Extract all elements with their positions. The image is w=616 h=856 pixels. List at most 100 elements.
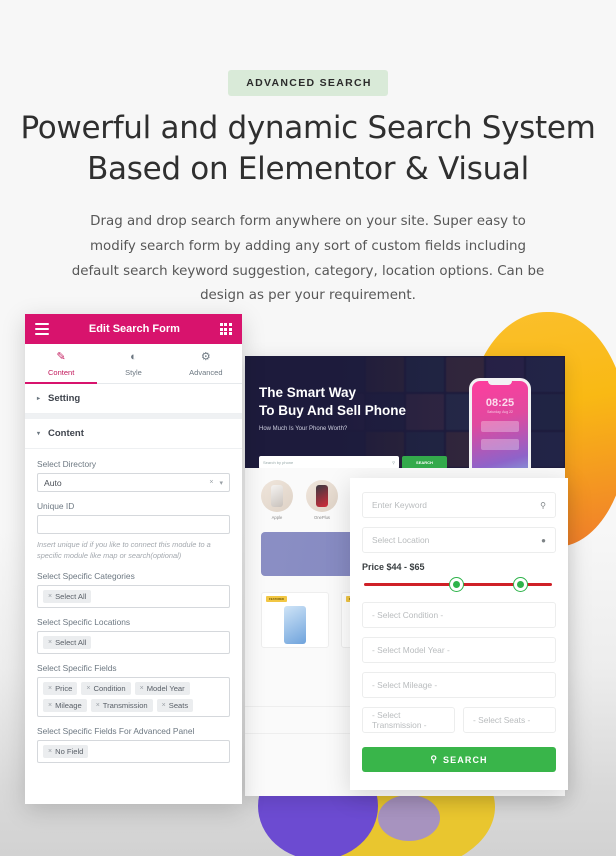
label-specific-locations: Select Specific Locations bbox=[37, 616, 131, 627]
search-icon: ⚲ bbox=[540, 500, 546, 510]
panel-tabs: ✎ Content ◐ Style ⚙ Advanced bbox=[25, 344, 242, 384]
select-directory-dropdown[interactable]: Auto × ▾ bbox=[37, 473, 230, 492]
chip-label: Mileage bbox=[55, 700, 82, 710]
panel-header: Edit Search Form bbox=[25, 314, 242, 344]
decor-blob-purple-small bbox=[378, 795, 440, 841]
search-form-card: Enter Keyword ⚲ Select Location ● Price … bbox=[350, 478, 568, 790]
section-setting[interactable]: ▸ Setting bbox=[25, 384, 242, 414]
phone-username-field bbox=[481, 421, 519, 432]
label-advanced-panel-fields: Select Specific Fields For Advanced Pane… bbox=[37, 725, 195, 736]
chevron-down-icon[interactable]: ▾ bbox=[219, 479, 223, 487]
search-icon: ⚲ bbox=[430, 754, 439, 764]
chevron-right-icon: ▸ bbox=[37, 396, 41, 402]
close-icon[interactable]: × bbox=[48, 685, 52, 692]
select-transmission[interactable]: - Select Transmission - bbox=[362, 707, 455, 733]
brand-item[interactable]: OnePlus bbox=[306, 480, 338, 520]
chip-item[interactable]: × Select All bbox=[43, 635, 92, 649]
chip-label: Select All bbox=[55, 591, 87, 601]
tab-advanced[interactable]: ⚙ Advanced bbox=[170, 344, 242, 383]
chip-label: Select All bbox=[55, 637, 87, 647]
chevron-down-icon: ▾ bbox=[37, 431, 41, 437]
select-row: - Select Transmission - - Select Seats - bbox=[362, 707, 556, 742]
keyword-placeholder: Enter Keyword bbox=[372, 500, 427, 510]
panel-title: Edit Search Form bbox=[88, 323, 180, 335]
hero-search-input[interactable]: Search by phone ⚲ bbox=[259, 456, 399, 468]
keyword-input[interactable]: Enter Keyword ⚲ bbox=[362, 492, 556, 518]
hero-subtitle: How Much Is Your Phone Worth? bbox=[259, 426, 348, 433]
brand-label: Apple bbox=[271, 515, 283, 520]
chip-label: Condition bbox=[93, 683, 126, 693]
select-seats[interactable]: - Select Seats - bbox=[463, 707, 556, 733]
brand-item[interactable]: Apple bbox=[261, 480, 293, 520]
close-icon[interactable]: × bbox=[48, 593, 52, 600]
label-unique-id: Unique ID bbox=[37, 501, 75, 511]
page-subtitle: Drag and drop search form anywhere on yo… bbox=[71, 214, 545, 304]
locations-chip-input[interactable]: × Select All bbox=[37, 630, 230, 654]
tab-style[interactable]: ◐ Style bbox=[97, 344, 169, 383]
price-range-label: Price $44 - $65 bbox=[362, 562, 425, 572]
chip-item[interactable]: × Select All bbox=[43, 589, 92, 603]
hamburger-icon[interactable] bbox=[35, 321, 49, 337]
gear-icon: ⚙ bbox=[200, 351, 211, 363]
close-icon[interactable]: × bbox=[48, 748, 52, 755]
close-icon[interactable]: × bbox=[96, 702, 100, 709]
grid-apps-icon[interactable] bbox=[219, 322, 232, 336]
slider-handle-max[interactable] bbox=[514, 578, 528, 591]
slider-handle-min[interactable] bbox=[450, 578, 464, 591]
location-input[interactable]: Select Location ● bbox=[362, 527, 556, 553]
phone-notch bbox=[488, 381, 512, 385]
page-title-line-1: Powerful and dynamic Search System bbox=[20, 110, 596, 146]
hero-search-bar[interactable]: Search by phone ⚲ SEARCH bbox=[259, 456, 447, 468]
categories-chip-input[interactable]: × Select All bbox=[37, 584, 230, 608]
contrast-icon: ◐ bbox=[130, 351, 137, 363]
label-select-directory: Select Directory bbox=[37, 459, 97, 469]
section-setting-label: Setting bbox=[48, 393, 81, 404]
search-button[interactable]: ⚲ SEARCH bbox=[362, 747, 556, 772]
close-icon[interactable]: × bbox=[48, 702, 52, 709]
chip-item[interactable]: × Model Year bbox=[134, 681, 190, 695]
phone-password-field bbox=[481, 439, 519, 450]
product-tag: FEATURED bbox=[266, 596, 288, 602]
chip-item[interactable]: × Transmission bbox=[90, 698, 153, 712]
chip-item[interactable]: × Condition bbox=[81, 681, 131, 695]
select-mileage[interactable]: - Select Mileage - bbox=[362, 672, 556, 698]
panel-body: Select Directory Auto × ▾ Unique ID Inse… bbox=[25, 449, 242, 763]
brand-label: OnePlus bbox=[313, 515, 331, 520]
close-icon[interactable]: × bbox=[209, 479, 213, 487]
pencil-icon: ✎ bbox=[56, 351, 66, 363]
select-directory-actions: × ▾ bbox=[209, 479, 223, 487]
phone-mockup: 08:25 Saturday, Aug 22 bbox=[469, 378, 531, 468]
advanced-fields-chip-input[interactable]: × No Field bbox=[37, 739, 230, 763]
close-icon[interactable]: × bbox=[48, 639, 52, 646]
section-content-label: Content bbox=[48, 428, 84, 439]
hero-search-button[interactable]: SEARCH bbox=[402, 456, 447, 468]
tab-advanced-label: Advanced bbox=[189, 368, 223, 377]
fields-chip-input[interactable]: × Price × Condition × Model Year × Mileage ×… bbox=[37, 676, 230, 717]
tab-content[interactable]: ✎ Content bbox=[25, 344, 98, 384]
chip-item[interactable]: × Price bbox=[43, 681, 78, 695]
search-button-label: SEARCH bbox=[443, 754, 488, 765]
select-directory-value: Auto bbox=[44, 477, 62, 488]
hero-text: The Smart Way To Buy And Sell Phone How … bbox=[259, 384, 406, 432]
price-range-slider[interactable] bbox=[364, 578, 552, 591]
page-root: ADVANCED SEARCH Powerful and dynamic Sea… bbox=[0, 0, 616, 856]
search-icon: ⚲ bbox=[392, 460, 395, 465]
chip-label: Seats bbox=[168, 700, 189, 710]
product-card[interactable]: FEATURED bbox=[261, 592, 329, 648]
label-specific-categories: Select Specific Categories bbox=[37, 570, 135, 581]
close-icon[interactable]: × bbox=[140, 685, 144, 692]
chip-item[interactable]: × Mileage bbox=[43, 698, 87, 712]
section-content[interactable]: ▾ Content bbox=[25, 419, 242, 449]
select-condition[interactable]: - Select Condition - bbox=[362, 602, 556, 628]
chip-label: Model Year bbox=[146, 683, 185, 693]
chip-item[interactable]: × No Field bbox=[43, 744, 89, 758]
close-icon[interactable]: × bbox=[86, 685, 90, 692]
tab-content-label: Content bbox=[48, 368, 75, 377]
select-model-year[interactable]: - Select Model Year - bbox=[362, 637, 556, 663]
tab-style-label: Style bbox=[125, 368, 142, 377]
unique-id-input[interactable] bbox=[37, 515, 230, 534]
product-thumb bbox=[284, 606, 306, 644]
chip-label: Transmission bbox=[102, 700, 148, 710]
chip-item[interactable]: × Seats bbox=[156, 698, 194, 712]
close-icon[interactable]: × bbox=[162, 702, 166, 709]
